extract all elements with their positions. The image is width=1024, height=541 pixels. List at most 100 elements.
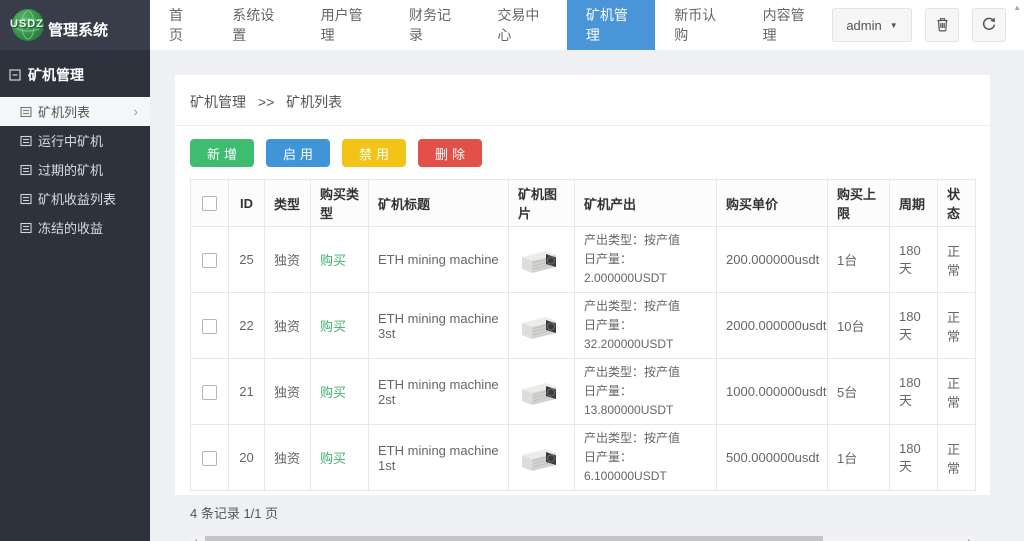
miner-image	[518, 309, 562, 343]
sidebar-item-label: 矿机列表	[38, 102, 90, 121]
add-button[interactable]: 新增	[190, 139, 254, 167]
cell-image	[509, 359, 575, 425]
toolbar: 新增 启用 禁用 删除	[175, 126, 990, 179]
delete-button[interactable]: 删除	[418, 139, 482, 167]
list-icon	[20, 106, 32, 118]
cell-image	[509, 227, 575, 293]
page-scrollbar-up-arrow-icon[interactable]: ▲	[1013, 3, 1021, 12]
buy-type-link[interactable]: 购买	[320, 319, 346, 334]
sidebar-item-expired-miners[interactable]: 过期的矿机	[0, 155, 150, 184]
buy-type-link[interactable]: 购买	[320, 253, 346, 268]
sidebar-item-label: 矿机收益列表	[38, 189, 116, 208]
nav-item-user-management[interactable]: 用户管理	[302, 0, 390, 50]
sidebar-item-frozen-income[interactable]: 冻结的收益	[0, 213, 150, 242]
horizontal-scrollbar[interactable]	[190, 536, 975, 541]
cell-type: 独资	[265, 227, 311, 293]
cell-period: 180天	[890, 293, 938, 359]
top-navigation: 首页 系统设置 用户管理 财务记录 交易中心 矿机管理 新币认购 内容管理	[150, 0, 832, 50]
collapse-icon	[9, 69, 21, 81]
cell-image	[509, 293, 575, 359]
disable-button[interactable]: 禁用	[342, 139, 406, 167]
sidebar-item-label: 过期的矿机	[38, 160, 103, 179]
daily-output: 日产量：2.000000USDT	[584, 250, 707, 288]
cell-status: 正常	[938, 227, 976, 293]
table-row: 22 独资 购买 ETH mining machine 3st	[191, 293, 976, 359]
trash-button[interactable]	[925, 8, 959, 42]
daily-output: 日产量：6.100000USDT	[584, 448, 707, 486]
refresh-icon	[981, 16, 997, 35]
cell-id: 25	[229, 227, 265, 293]
cell-period: 180天	[890, 227, 938, 293]
sidebar-item-label: 冻结的收益	[38, 218, 103, 237]
cell-type: 独资	[265, 293, 311, 359]
row-checkbox[interactable]	[202, 451, 217, 466]
select-all-checkbox[interactable]	[202, 196, 217, 211]
buy-type-link[interactable]: 购买	[320, 451, 346, 466]
cell-title: ETH mining machine 2st	[369, 359, 509, 425]
sidebar-item-running-miners[interactable]: 运行中矿机	[0, 126, 150, 155]
col-header-title: 矿机标题	[369, 180, 509, 227]
globe-icon: USDZ	[12, 9, 44, 41]
col-header-buy-limit: 购买上限	[828, 180, 890, 227]
cell-type: 独资	[265, 359, 311, 425]
breadcrumb-current: 矿机列表	[286, 94, 342, 110]
nav-item-system-settings[interactable]: 系统设置	[213, 0, 301, 50]
content-card: 矿机管理 >> 矿机列表 新增 启用 禁用 删除 ID 类型 购买类型	[175, 75, 990, 495]
sidebar: 矿机管理 矿机列表 › 运行中矿机 过期的矿机	[0, 50, 150, 541]
output-type: 产出类型：按产值	[584, 231, 707, 250]
col-header-image: 矿机图片	[509, 180, 575, 227]
buy-type-link[interactable]: 购买	[320, 385, 346, 400]
header-actions: admin ▼	[832, 0, 1024, 50]
cell-status: 正常	[938, 425, 976, 491]
admin-user-menu-button[interactable]: admin ▼	[832, 8, 912, 42]
cell-period: 180天	[890, 359, 938, 425]
cell-output: 产出类型：按产值 日产量：2.000000USDT	[575, 227, 717, 293]
sidebar-item-miner-income-list[interactable]: 矿机收益列表	[0, 184, 150, 213]
daily-output: 日产量：32.200000USDT	[584, 316, 707, 354]
refresh-button[interactable]	[972, 8, 1006, 42]
cell-buy-limit: 10台	[828, 293, 890, 359]
breadcrumb-separator: >>	[258, 94, 274, 110]
output-type: 产出类型：按产值	[584, 363, 707, 382]
brand-logo-text: USDZ	[10, 18, 44, 30]
cell-output: 产出类型：按产值 日产量：13.800000USDT	[575, 359, 717, 425]
nav-item-home[interactable]: 首页	[150, 0, 213, 50]
caret-down-icon: ▼	[890, 21, 898, 30]
list-icon	[20, 222, 32, 234]
cell-image	[509, 425, 575, 491]
miner-image	[518, 441, 562, 475]
breadcrumb-parent: 矿机管理	[190, 94, 246, 110]
cell-unit-price: 500.000000usdt	[717, 425, 828, 491]
sidebar-section-label: 矿机管理	[28, 65, 84, 85]
nav-item-miner-management[interactable]: 矿机管理	[567, 0, 655, 50]
admin-user-label: admin	[846, 18, 881, 33]
table-row: 25 独资 购买 ETH mining machine	[191, 227, 976, 293]
chevron-right-icon: ›	[134, 104, 138, 119]
cell-type: 独资	[265, 425, 311, 491]
col-header-buy-type: 购买类型	[311, 180, 369, 227]
cell-id: 22	[229, 293, 265, 359]
nav-item-finance-records[interactable]: 财务记录	[390, 0, 478, 50]
miner-table: ID 类型 购买类型 矿机标题 矿机图片 矿机产出 购买单价 购买上限 周期 状…	[190, 179, 976, 491]
nav-item-new-coin-subscription[interactable]: 新币认购	[655, 0, 743, 50]
nav-item-content-management[interactable]: 内容管理	[744, 0, 832, 50]
sidebar-item-label: 运行中矿机	[38, 131, 103, 150]
row-checkbox[interactable]	[202, 385, 217, 400]
cell-id: 20	[229, 425, 265, 491]
cell-title: ETH mining machine	[369, 227, 509, 293]
cell-unit-price: 1000.000000usdt	[717, 359, 828, 425]
list-icon	[20, 193, 32, 205]
app-name: 管理系统	[48, 19, 108, 40]
cell-unit-price: 2000.000000usdt	[717, 293, 828, 359]
row-checkbox[interactable]	[202, 319, 217, 334]
miner-image	[518, 243, 562, 277]
enable-button[interactable]: 启用	[266, 139, 330, 167]
cell-output: 产出类型：按产值 日产量：6.100000USDT	[575, 425, 717, 491]
scrollbar-thumb[interactable]	[205, 536, 823, 541]
row-checkbox[interactable]	[202, 253, 217, 268]
nav-item-trade-center[interactable]: 交易中心	[478, 0, 566, 50]
cell-buy-limit: 1台	[828, 425, 890, 491]
sidebar-item-miner-list[interactable]: 矿机列表 ›	[0, 97, 150, 126]
brand-logo: USDZ 管理系统	[0, 0, 150, 50]
sidebar-section-miner-management[interactable]: 矿机管理	[0, 50, 150, 97]
